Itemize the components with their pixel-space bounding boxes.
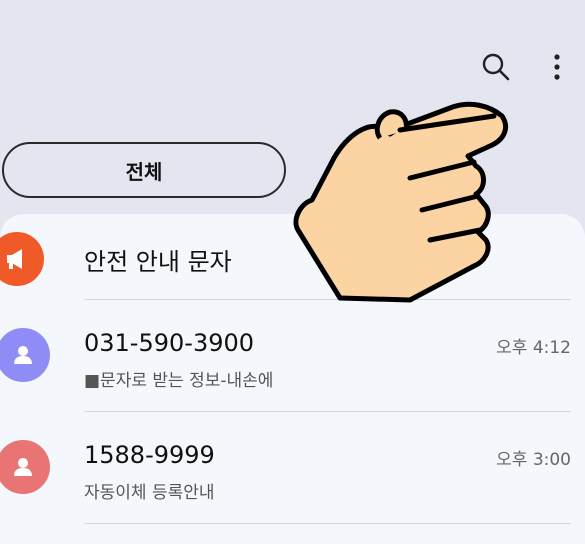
- message-list: 안전 안내 문자 031-590-3900 오후 4:12 ■문자로 받는 정보…: [0, 214, 585, 544]
- message-sender: 1588-9999: [84, 441, 215, 469]
- person-icon: [0, 440, 50, 494]
- message-preview: ■문자로 받는 정보-내손에: [84, 371, 274, 391]
- tab-all[interactable]: 전체: [2, 142, 286, 198]
- more-vert-icon[interactable]: [544, 50, 570, 86]
- list-item[interactable]: 031-590-3900 오후 4:12 ■문자로 받는 정보-내손에: [0, 300, 585, 412]
- top-toolbar: [0, 0, 585, 110]
- message-sender: 안전 안내 문자: [84, 248, 232, 276]
- search-icon[interactable]: [478, 50, 514, 86]
- message-sender: 031-590-3900: [84, 329, 255, 357]
- megaphone-icon: [0, 232, 44, 286]
- tab-bar: 전체 가: [0, 142, 585, 202]
- tab-other[interactable]: 가: [300, 142, 584, 198]
- divider: [84, 523, 571, 524]
- person-icon: [0, 328, 50, 382]
- message-preview: 자동이체 등록안내: [84, 483, 215, 503]
- message-time: 오후 3:00: [496, 450, 571, 470]
- list-item[interactable]: 안전 안내 문자: [0, 214, 585, 300]
- list-item[interactable]: 1588-9999 오후 3:00 자동이체 등록안내: [0, 412, 585, 524]
- message-time: 오후 4:12: [496, 338, 571, 358]
